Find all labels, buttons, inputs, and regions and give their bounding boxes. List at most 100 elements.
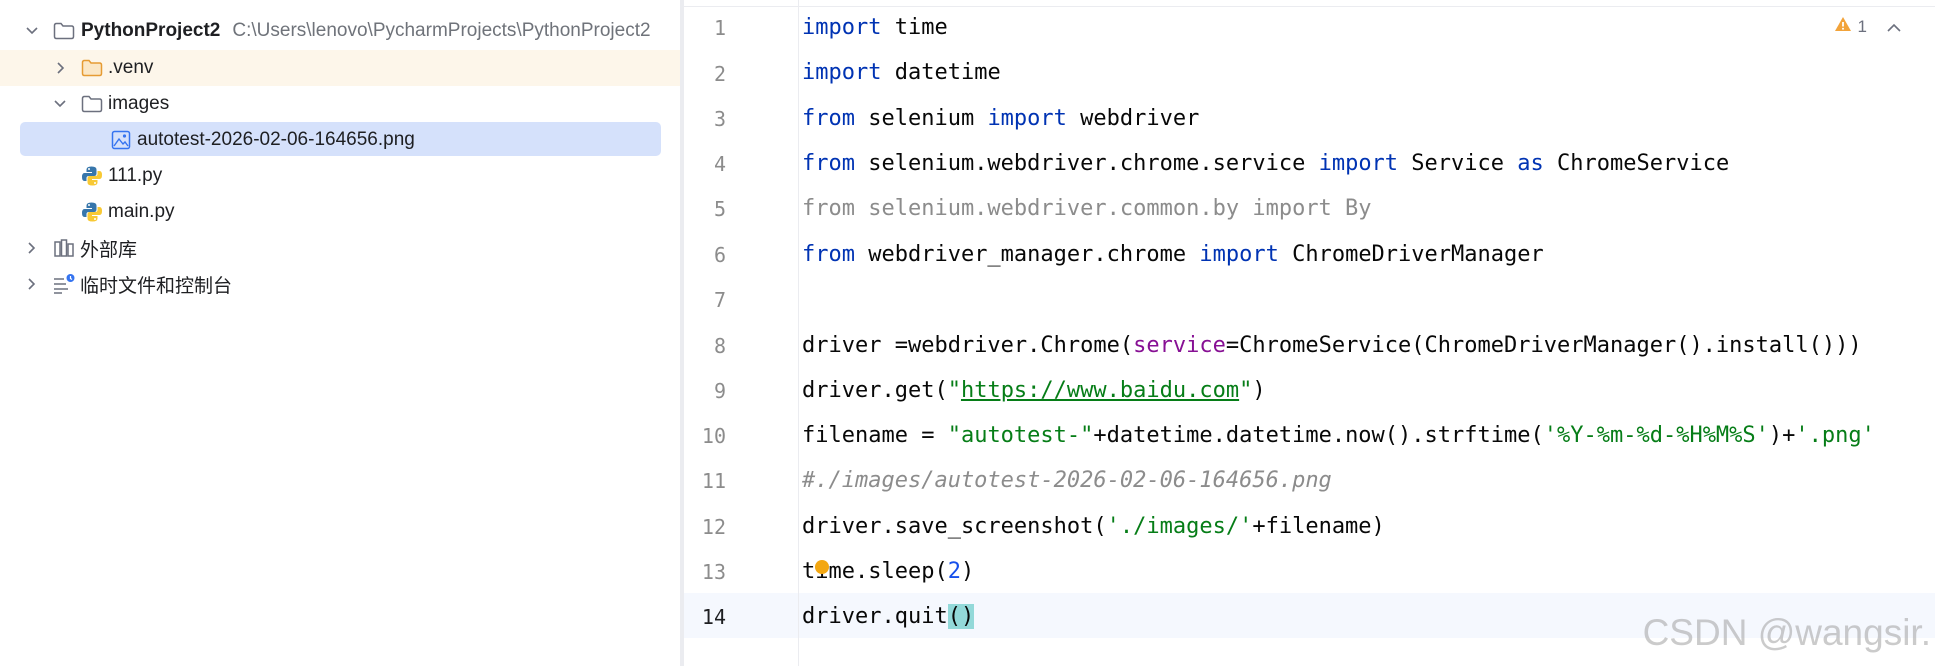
chevron-up-icon[interactable] (1887, 17, 1901, 37)
code-text: +filename) (1252, 514, 1385, 539)
folder-icon (52, 19, 76, 43)
tree-item-label: main.py (108, 201, 175, 222)
code-text: ChromeService (1543, 151, 1730, 176)
code-line-12[interactable]: driver.save_screenshot('./images/'+filen… (802, 514, 1385, 539)
code-line-3[interactable]: from selenium import webdriver (802, 106, 1199, 131)
tree-item-label: 外部库 (80, 239, 138, 261)
line-number: 4 (713, 152, 726, 176)
keyword: import (802, 15, 882, 40)
tree-row-images[interactable]: images (0, 86, 680, 122)
project-root-label: PythonProject2 C:\Users\lenovo\PycharmPro… (81, 20, 651, 42)
tree-item-label: images (108, 93, 170, 114)
code-line-5[interactable]: from selenium.webdriver.common.by import… (802, 196, 1372, 221)
python-file-icon (80, 164, 104, 188)
chevron-down-icon[interactable] (26, 25, 38, 37)
code-text: )+ (1768, 423, 1796, 448)
lightbulb-icon[interactable] (815, 560, 829, 574)
tree-row-external-libraries[interactable]: 外部库 (0, 230, 680, 266)
python-file-icon (80, 200, 104, 224)
warning-icon (1834, 16, 1852, 37)
code-text: driver.quit (802, 604, 948, 629)
warning-count: 1 (1857, 16, 1867, 36)
keyword: import (802, 60, 882, 85)
code-line-14[interactable]: driver.quit() (802, 604, 975, 629)
keyword: import (1318, 151, 1399, 176)
string-literal: '.png' (1795, 423, 1875, 448)
string-literal: "autotest-" (947, 423, 1094, 448)
project-path: C:\Users\lenovo\PycharmProjects\PythonPr… (232, 20, 651, 41)
code-line-10[interactable]: filename = "autotest-"+datetime.datetime… (802, 423, 1875, 448)
inspection-widget[interactable]: 1 (1834, 16, 1901, 37)
code-line-4[interactable]: from selenium.webdriver.chrome.service i… (802, 151, 1729, 176)
line-number: 6 (713, 243, 726, 267)
code-text: ) (1252, 378, 1266, 403)
keyword: as (1517, 151, 1544, 176)
url-link[interactable]: https://www.baidu.com (961, 378, 1239, 403)
chevron-down-icon[interactable] (54, 98, 66, 110)
string-literal: './images/' (1106, 514, 1253, 539)
code-editor[interactable]: 1 1 2 3 4 5 6 7 8 9 10 11 12 13 14 impor… (684, 0, 1935, 666)
tree-item-label: .venv (108, 57, 154, 78)
code-line-6[interactable]: from webdriver_manager.chrome import Chr… (802, 242, 1544, 267)
chevron-right-icon[interactable] (26, 242, 38, 254)
editor-top-border (684, 6, 1935, 7)
brace-match-open: ( (947, 604, 961, 629)
code-text: selenium (854, 106, 988, 131)
tree-item-label: autotest-2026-02-06-164656.png (137, 129, 415, 150)
code-text: +datetime.datetime.now().strftime( (1093, 423, 1544, 448)
watermark: CSDN @wangsir. (1642, 612, 1931, 653)
tree-row-autotest-png[interactable]: autotest-2026-02-06-164656.png (0, 122, 680, 158)
code-text: datetime (881, 60, 1001, 85)
code-text: ChromeDriverManager (1278, 242, 1544, 267)
project-name: PythonProject2 (81, 20, 221, 41)
tree-row-main-py[interactable]: main.py (0, 194, 680, 230)
keyword: import (1199, 242, 1279, 267)
code-line-9[interactable]: driver.get("https://www.baidu.com") (802, 378, 1266, 403)
number-literal: 2 (947, 559, 961, 584)
string-quote: " (947, 378, 961, 403)
string-quote: " (1239, 378, 1253, 403)
named-argument: service (1133, 333, 1226, 358)
folder-icon (80, 56, 104, 80)
line-number: 5 (713, 197, 726, 221)
tree-row-scratches-consoles[interactable]: 临时文件和控制台 (0, 266, 680, 302)
code-text: filename = (802, 423, 948, 448)
tree-row-project-root[interactable]: PythonProject2 C:\Users\lenovo\PycharmPro… (0, 13, 680, 49)
line-number: 14 (701, 605, 726, 629)
tree-row-venv[interactable]: .venv (0, 50, 680, 86)
string-literal: '%Y-%m-%d-%H%M%S' (1543, 423, 1769, 448)
unused-import-text: from selenium.webdriver.common.by import… (802, 196, 1372, 221)
keyword: from (802, 106, 855, 131)
line-number: 1 (713, 16, 726, 40)
code-text: Service (1398, 151, 1518, 176)
code-text: webdriver (1066, 106, 1200, 131)
code-line-1[interactable]: import time (802, 15, 948, 40)
tree-row-111-py[interactable]: 111.py (0, 158, 680, 194)
tree-item-label: 111.py (108, 165, 163, 186)
code-text: time (881, 15, 948, 40)
code-line-2[interactable]: import datetime (802, 60, 1001, 85)
line-number: 10 (701, 424, 726, 448)
gutter-divider (798, 0, 799, 666)
line-number: 7 (713, 288, 726, 312)
line-number: 8 (713, 334, 726, 358)
line-number: 13 (701, 560, 726, 584)
image-file-icon (109, 128, 133, 152)
code-text: =ChromeService(ChromeDriverManager().ins… (1225, 333, 1862, 358)
code-line-8[interactable]: driver =webdriver.Chrome(service=ChromeS… (802, 333, 1862, 358)
comment-text: #./images/autotest-2026-02-06-164656.png (802, 468, 1332, 493)
tree-item-label: 临时文件和控制台 (80, 275, 233, 297)
code-line-11[interactable]: #./images/autotest-2026-02-06-164656.png (802, 468, 1332, 493)
code-text: driver.save_screenshot( (802, 514, 1107, 539)
scratches-icon (52, 272, 76, 296)
code-text: selenium.webdriver.chrome.service (854, 151, 1319, 176)
chevron-right-icon[interactable] (55, 62, 67, 74)
library-icon (52, 236, 76, 260)
chevron-right-icon[interactable] (26, 278, 38, 290)
line-number: 12 (701, 515, 726, 539)
line-number: 11 (701, 469, 726, 493)
code-text: ) (960, 559, 975, 584)
code-text: driver.get( (802, 378, 948, 403)
folder-icon (80, 92, 104, 116)
keyword: from (802, 242, 855, 267)
